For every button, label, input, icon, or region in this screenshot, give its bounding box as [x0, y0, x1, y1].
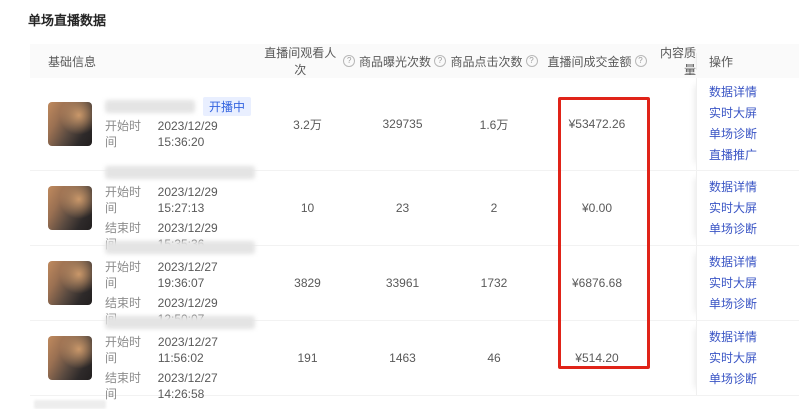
column-header-exposures-label: 商品曝光次数 — [359, 53, 431, 70]
realtime-screen-link[interactable]: 实时大屏 — [709, 200, 799, 217]
column-header-viewers: 直播间观看人次? — [260, 44, 355, 78]
livestream-table: 基础信息 直播间观看人次? 商品曝光次数? 商品点击次数? 直播间成交金额? 内… — [30, 44, 799, 396]
viewers-value: 3829 — [260, 246, 355, 320]
gmv-value: ¥0.00 — [538, 171, 656, 245]
clicks-value: 1.6万 — [450, 78, 538, 170]
ops-cell: 数据详情 实时大屏 单场诊断 — [696, 246, 799, 320]
start-time-value: 2023/12/29 15:36:20 — [158, 118, 260, 150]
info-icon[interactable]: ? — [635, 55, 647, 67]
table-row: 开始时间 2023/12/29 15:27:13 结束时间 2023/12/29… — [30, 171, 799, 246]
exposures-value: 329735 — [355, 78, 450, 170]
quality-value — [656, 321, 696, 395]
gmv-value: ¥514.20 — [538, 321, 656, 395]
session-diagnosis-link[interactable]: 单场诊断 — [709, 371, 799, 388]
live-promotion-link[interactable]: 直播推广 — [709, 147, 799, 164]
column-header-ops: 操作 — [696, 53, 799, 70]
start-time-label: 开始时间 — [105, 118, 150, 150]
quality-value — [656, 78, 696, 170]
cutoff-section-title-placeholder — [34, 400, 106, 409]
clicks-value: 1732 — [450, 246, 538, 320]
info-icon[interactable]: ? — [526, 55, 538, 67]
ops-cell: 数据详情 实时大屏 单场诊断 — [696, 321, 799, 395]
column-header-clicks-label: 商品点击次数 — [450, 53, 522, 70]
blurred-account-name — [105, 100, 195, 113]
data-detail-link[interactable]: 数据详情 — [709, 179, 799, 196]
viewers-value: 3.2万 — [260, 78, 355, 170]
blurred-account-name — [105, 241, 255, 254]
start-time-label: 开始时间 — [105, 184, 150, 216]
avatar — [48, 261, 92, 305]
table-row: 开始时间 2023/12/27 19:36:07 结束时间 2023/12/29… — [30, 246, 799, 321]
avatar — [48, 186, 92, 230]
ops-cell: 数据详情 实时大屏 单场诊断 — [696, 171, 799, 245]
viewers-value: 191 — [260, 321, 355, 395]
data-detail-link[interactable]: 数据详情 — [709, 84, 799, 101]
page-title: 单场直播数据 — [28, 10, 106, 29]
livestream-data-page: 单场直播数据 基础信息 直播间观看人次? 商品曝光次数? 商品点击次数? 直播间… — [0, 0, 799, 409]
start-time-label: 开始时间 — [105, 259, 150, 291]
data-detail-link[interactable]: 数据详情 — [709, 329, 799, 346]
start-time-value: 2023/12/27 19:36:07 — [158, 259, 260, 291]
blurred-account-name — [105, 316, 255, 329]
session-info-cell: 开始时间 2023/12/29 15:27:13 结束时间 2023/12/29… — [30, 171, 260, 245]
session-info-cell: 开始时间 2023/12/27 19:36:07 结束时间 2023/12/29… — [30, 246, 260, 320]
realtime-screen-link[interactable]: 实时大屏 — [709, 105, 799, 122]
viewers-value: 10 — [260, 171, 355, 245]
realtime-screen-link[interactable]: 实时大屏 — [709, 350, 799, 367]
start-time-label: 开始时间 — [105, 334, 150, 366]
exposures-value: 23 — [355, 171, 450, 245]
column-header-viewers-label: 直播间观看人次 — [260, 44, 340, 78]
avatar — [48, 102, 92, 146]
quality-value — [656, 171, 696, 245]
clicks-value: 2 — [450, 171, 538, 245]
session-diagnosis-link[interactable]: 单场诊断 — [709, 296, 799, 313]
gmv-value: ¥6876.68 — [538, 246, 656, 320]
start-time-value: 2023/12/29 15:27:13 — [158, 184, 260, 216]
session-diagnosis-link[interactable]: 单场诊断 — [709, 221, 799, 238]
column-header-gmv: 直播间成交金额? — [538, 53, 656, 70]
data-detail-link[interactable]: 数据详情 — [709, 254, 799, 271]
column-header-clicks: 商品点击次数? — [450, 53, 538, 70]
table-row: 开始时间 2023/12/27 11:56:02 结束时间 2023/12/27… — [30, 321, 799, 396]
realtime-screen-link[interactable]: 实时大屏 — [709, 275, 799, 292]
clicks-value: 46 — [450, 321, 538, 395]
column-header-gmv-label: 直播间成交金额 — [547, 53, 631, 70]
session-diagnosis-link[interactable]: 单场诊断 — [709, 126, 799, 143]
start-time-value: 2023/12/27 11:56:02 — [158, 334, 260, 366]
info-icon[interactable]: ? — [343, 55, 355, 67]
session-info-cell: 开始时间 2023/12/27 11:56:02 结束时间 2023/12/27… — [30, 321, 260, 395]
end-time-value: 2023/12/27 14:26:58 — [158, 370, 260, 402]
column-header-info: 基础信息 — [30, 53, 260, 70]
end-time-label: 结束时间 — [105, 370, 150, 402]
table-header-row: 基础信息 直播间观看人次? 商品曝光次数? 商品点击次数? 直播间成交金额? 内… — [30, 44, 799, 78]
exposures-value: 33961 — [355, 246, 450, 320]
blurred-account-name — [105, 166, 255, 179]
live-status-badge: 开播中 — [203, 97, 251, 116]
info-icon[interactable]: ? — [434, 55, 446, 67]
exposures-value: 1463 — [355, 321, 450, 395]
table-row: 开播中 开始时间 2023/12/29 15:36:20 3.2万 329735… — [30, 78, 799, 171]
column-header-quality: 内容质量 — [656, 44, 696, 78]
avatar — [48, 336, 92, 380]
session-info-cell: 开播中 开始时间 2023/12/29 15:36:20 — [30, 78, 260, 170]
quality-value — [656, 246, 696, 320]
ops-cell: 数据详情 实时大屏 单场诊断 直播推广 — [696, 78, 799, 170]
column-header-exposures: 商品曝光次数? — [355, 53, 450, 70]
gmv-value: ¥53472.26 — [538, 78, 656, 170]
